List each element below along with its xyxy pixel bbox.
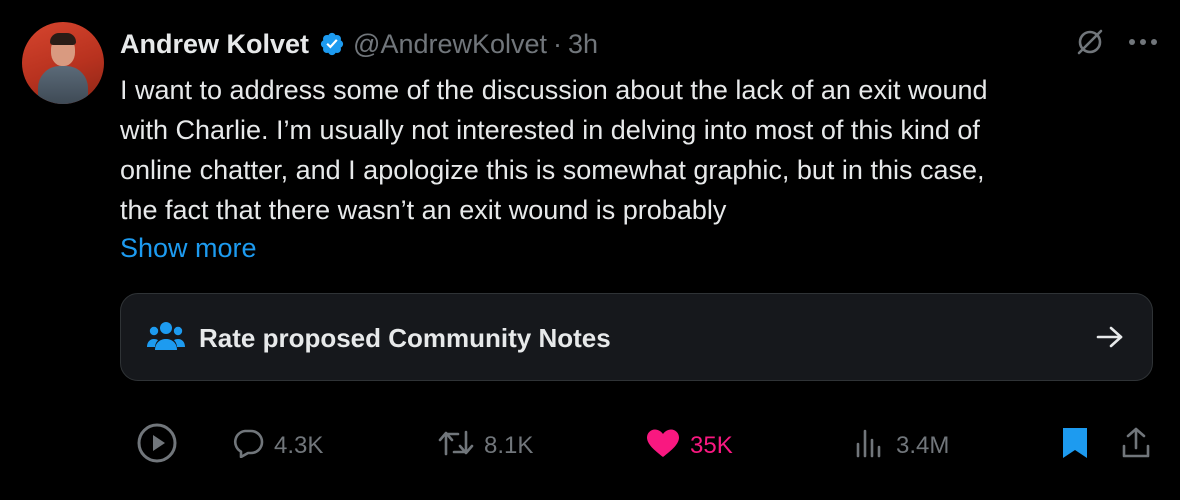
avatar[interactable] <box>22 22 104 104</box>
reply-icon <box>232 428 264 465</box>
more-icon[interactable] <box>1128 37 1158 47</box>
tweet-header: Andrew Kolvet @AndrewKolvet · 3h <box>120 26 598 62</box>
community-notes-card[interactable]: Rate proposed Community Notes <box>120 293 1153 381</box>
tweet[interactable]: Andrew Kolvet @AndrewKolvet · 3h I want <box>0 0 1180 500</box>
arrow-right-icon <box>1096 325 1124 354</box>
like-icon <box>646 428 680 465</box>
repost-button[interactable]: 8.1K <box>438 424 533 468</box>
bookmark-button[interactable] <box>1060 424 1090 468</box>
top-actions <box>1074 26 1158 58</box>
views-count: 3.4M <box>896 432 950 459</box>
verified-badge-icon <box>319 31 345 57</box>
reply-button[interactable]: 4.3K <box>232 424 323 468</box>
grok-icon[interactable] <box>1074 26 1106 58</box>
tweet-text: I want to address some of the discussion… <box>120 75 988 225</box>
reply-count: 4.3K <box>274 432 324 459</box>
play-button[interactable] <box>136 422 178 471</box>
views-icon <box>854 428 886 465</box>
action-bar: 4.3K 8.1K 35K 3.4M <box>0 422 1180 471</box>
like-count: 35K <box>690 432 733 459</box>
separator: · <box>553 29 563 59</box>
people-icon <box>147 320 185 357</box>
author-name[interactable]: Andrew Kolvet <box>120 26 309 62</box>
show-more-link[interactable]: Show more <box>120 228 257 268</box>
repost-icon <box>438 428 474 465</box>
share-button[interactable] <box>1120 424 1152 468</box>
author-handle[interactable]: @AndrewKolvet <box>353 26 547 62</box>
share-icon <box>1120 426 1152 467</box>
timestamp[interactable]: 3h <box>568 26 598 62</box>
like-button[interactable]: 35K <box>646 424 733 468</box>
views-button[interactable]: 3.4M <box>854 424 949 468</box>
community-notes-label: Rate proposed Community Notes <box>199 323 611 353</box>
repost-count: 8.1K <box>484 432 534 459</box>
bookmark-icon <box>1060 426 1090 467</box>
play-icon <box>136 422 178 471</box>
